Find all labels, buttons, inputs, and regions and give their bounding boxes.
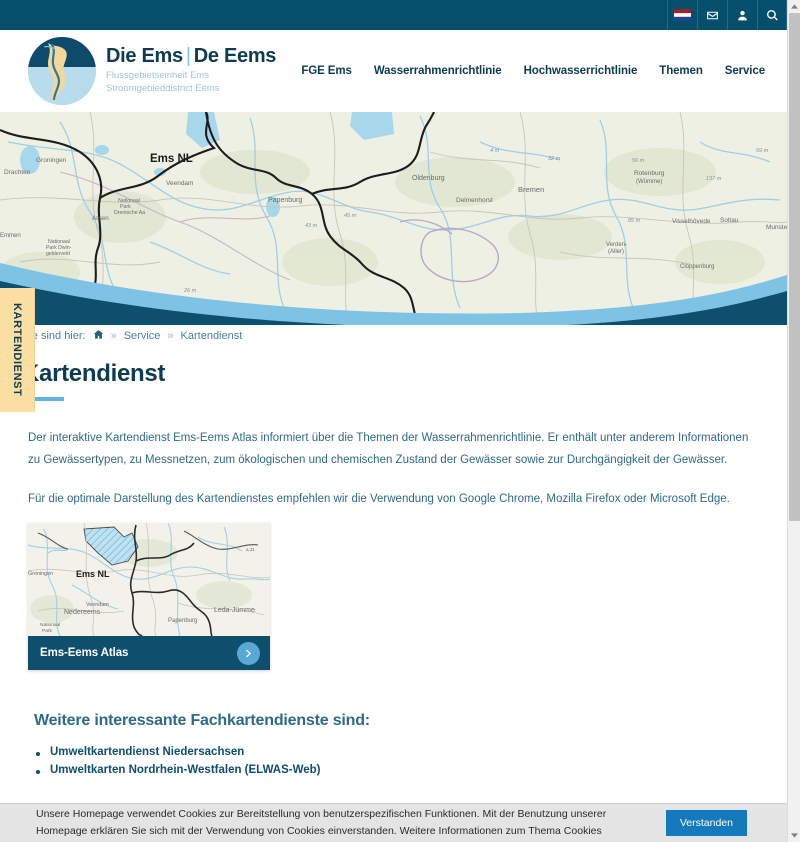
- scroll-up-button[interactable]: [788, 0, 800, 13]
- svg-text:Ems NL: Ems NL: [150, 153, 193, 165]
- brand-title: Die Ems | De Eems: [106, 46, 276, 67]
- brand-subtitle: Flussgebietseinheit Ems Stroomgebieddist…: [106, 70, 276, 96]
- main-content: Kartendienst Der interaktive Kartendiens…: [0, 360, 787, 776]
- svg-text:(Wümme): (Wümme): [636, 179, 662, 185]
- brand-subtitle-de: Flussgebietseinheit Ems: [106, 70, 209, 82]
- cookie-text: Unsere Homepage verwendet Cookies zur Be…: [36, 807, 607, 837]
- cookie-banner: Unsere Homepage verwendet Cookies zur Be…: [0, 803, 787, 842]
- intro-paragraph-2: Für die optimale Darstellung des Kartend…: [28, 492, 730, 505]
- brand-title-de: Die Ems: [106, 45, 183, 68]
- breadcrumb: Sie sind hier: » Service » Kartendienst: [22, 329, 242, 343]
- flag-nl-glyph: [674, 9, 691, 21]
- nav-item-wasserrahmenrichtlinie[interactable]: Wasserrahmenrichtlinie: [374, 65, 502, 77]
- breadcrumb-item-kartendienst: Kartendienst: [180, 330, 243, 342]
- brand-title-separator: |: [185, 45, 191, 68]
- svg-text:Rotenburg: Rotenburg: [634, 170, 665, 177]
- svg-text:Veendam: Veendam: [86, 602, 109, 608]
- svg-text:Groningen: Groningen: [28, 571, 53, 577]
- svg-text:Papenburg: Papenburg: [168, 618, 197, 624]
- card-title: Ems-Eems Atlas: [40, 647, 129, 659]
- flag-nl-icon[interactable]: [667, 0, 697, 30]
- ems-basin-logo-icon: [28, 37, 96, 105]
- hero-wave-overlay: [0, 263, 787, 325]
- chevron-down-icon: [791, 833, 798, 838]
- brand-logo[interactable]: Die Ems | De Eems Flussgebietseinheit Ems …: [28, 37, 276, 105]
- list-item[interactable]: Umweltkarten Nordrhein-Westfalen (ELWAS-…: [34, 764, 734, 776]
- page-root: Die Ems | De Eems Flussgebietseinheit Ems …: [0, 0, 800, 842]
- card-map-graphic: Groningen Veendam Nedereems Papenburg Le…: [28, 523, 270, 636]
- svg-text:Munster: Munster: [766, 224, 787, 231]
- svg-text:4 m: 4 m: [490, 148, 500, 154]
- user-icon[interactable]: [727, 0, 757, 30]
- main-navigation: FGE Ems Wasserrahmenrichtlinie Hochwasse…: [301, 65, 765, 77]
- svg-text:Park: Park: [42, 628, 52, 634]
- svg-text:32 m: 32 m: [548, 156, 561, 162]
- user-glyph: [738, 10, 747, 20]
- breadcrumb-separator-2: »: [167, 330, 174, 342]
- further-services-section: Weitere interessante Fachkartendienste s…: [34, 712, 734, 782]
- hero-map-banner: Drachten Groningen Assen Veendam Papenbu…: [0, 112, 787, 325]
- svg-text:Delmenhorst: Delmenhorst: [456, 197, 493, 204]
- brand-subtitle-nl: Stroomgebieddistrict Eems: [106, 83, 220, 94]
- svg-text:Nedereems: Nedereems: [64, 609, 101, 616]
- card-title-bar: Ems-Eems Atlas: [28, 636, 270, 670]
- chevron-right-icon[interactable]: [237, 641, 260, 665]
- card-map-thumbnail: Groningen Veendam Nedereems Papenburg Le…: [28, 523, 270, 636]
- nav-item-fge-ems[interactable]: FGE Ems: [301, 65, 352, 77]
- further-services-list: Umweltkartendienst Niedersachsen Umweltk…: [34, 746, 734, 776]
- breadcrumb-item-service[interactable]: Service: [124, 330, 161, 342]
- search-glyph: [766, 9, 778, 21]
- nav-item-service[interactable]: Service: [725, 65, 765, 77]
- scrollbar-thumb[interactable]: [789, 13, 800, 521]
- svg-text:137 m: 137 m: [706, 176, 722, 182]
- svg-text:a 31: a 31: [246, 547, 255, 552]
- nav-item-hochwasserrichtlinie[interactable]: Hochwasserrichtlinie: [524, 65, 638, 77]
- svg-text:Drentsche Aa: Drentsche Aa: [114, 210, 145, 216]
- logo-basin-shape: [43, 43, 67, 101]
- home-icon[interactable]: [93, 329, 104, 343]
- svg-text:Papenburg: Papenburg: [268, 197, 302, 204]
- list-item[interactable]: Umweltkartendienst Niedersachsen: [34, 746, 734, 758]
- svg-text:45 m: 45 m: [344, 213, 357, 219]
- top-utility-bar: [0, 0, 787, 30]
- breadcrumb-separator-1: »: [110, 330, 117, 342]
- svg-text:Veendam: Veendam: [166, 180, 193, 187]
- sidetab-kartendienst[interactable]: KARTENDIENST: [0, 288, 35, 412]
- home-glyph: [93, 330, 103, 339]
- scroll-down-button[interactable]: [788, 829, 800, 842]
- cookie-accept-button[interactable]: Verstanden: [665, 810, 747, 836]
- chevron-up-icon: [791, 4, 798, 9]
- svg-text:43 m: 43 m: [305, 223, 318, 229]
- page-title: Kartendienst: [22, 360, 166, 387]
- svg-text:Drachten: Drachten: [4, 169, 31, 176]
- svg-text:Soltau: Soltau: [720, 217, 739, 224]
- site-header: Die Ems | De Eems Flussgebietseinheit Ems …: [0, 30, 787, 112]
- link-umweltkartendienst-niedersachsen[interactable]: Umweltkartendienst Niedersachsen: [50, 746, 244, 758]
- breadcrumb-bar: Sie sind hier: » Service » Kartendienst: [0, 325, 787, 347]
- mail-icon[interactable]: [697, 0, 727, 30]
- brand-text: Die Ems | De Eems Flussgebietseinheit Ems …: [106, 46, 276, 96]
- intro-paragraph-1: Der interaktive Kartendienst Ems-Eems At…: [28, 432, 749, 467]
- page-scrollbar[interactable]: [787, 0, 800, 842]
- brand-title-nl: De Eems: [193, 45, 277, 68]
- svg-text:Oldenburg: Oldenburg: [412, 175, 445, 182]
- svg-text:Bremen: Bremen: [518, 185, 544, 194]
- further-services-heading: Weitere interessante Fachkartendienste s…: [34, 712, 370, 729]
- nav-item-themen[interactable]: Themen: [659, 65, 703, 77]
- mail-glyph: [707, 11, 718, 19]
- svg-text:85 m: 85 m: [628, 218, 641, 224]
- svg-text:59 m: 59 m: [756, 148, 769, 154]
- svg-text:Leda-Jümme: Leda-Jümme: [214, 607, 255, 614]
- sidetab-label: KARTENDIENST: [11, 303, 23, 397]
- svg-text:Assen: Assen: [92, 216, 109, 222]
- svg-text:Groningen: Groningen: [36, 157, 67, 164]
- link-umweltkarten-nrw[interactable]: Umweltkarten Nordrhein-Westfalen (ELWAS-…: [50, 764, 321, 776]
- svg-text:Ems NL: Ems NL: [76, 569, 110, 579]
- svg-text:Nationaal: Nationaal: [40, 622, 60, 628]
- chevron-right-glyph: [246, 649, 252, 657]
- card-ems-eems-atlas[interactable]: Groningen Veendam Nedereems Papenburg Le…: [28, 523, 270, 670]
- svg-text:Visselhövede: Visselhövede: [672, 218, 711, 225]
- search-icon[interactable]: [757, 0, 787, 30]
- svg-text:56 m: 56 m: [632, 158, 645, 164]
